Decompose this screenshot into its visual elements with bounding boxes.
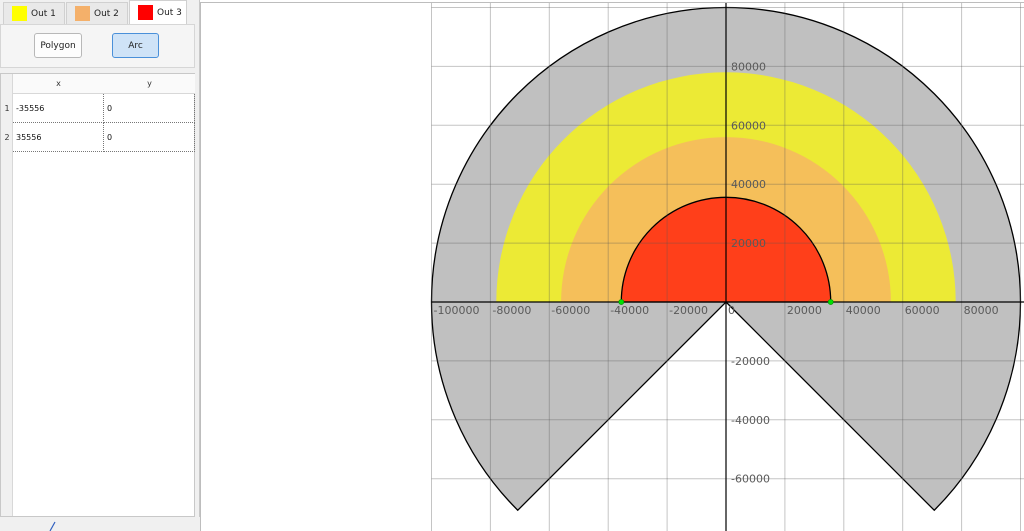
status-bar — [0, 517, 200, 531]
x-tick-label: -80000 — [492, 304, 531, 317]
column-header-y[interactable]: y — [104, 74, 195, 94]
x-tick-label: 60000 — [905, 304, 940, 317]
x-tick-label: 40000 — [846, 304, 881, 317]
row-number[interactable]: 1 — [1, 94, 13, 123]
data-point — [618, 299, 625, 305]
x-tick-label: 20000 — [787, 304, 822, 317]
polygon-button[interactable]: Polygon — [34, 33, 82, 58]
table-cell-x[interactable]: 35556 — [13, 123, 104, 152]
tab-label: Out 3 — [157, 7, 182, 18]
arc-button[interactable]: Arc — [112, 33, 159, 58]
tab-label: Out 2 — [94, 8, 119, 19]
data-point — [827, 299, 834, 305]
y-tick-label: 40000 — [731, 178, 766, 191]
y-tick-label: -40000 — [731, 414, 770, 427]
y-tick-label: 80000 — [731, 60, 766, 73]
plot-area[interactable]: -100000 -80000 -60000 -40000 -20000 0 20000 400… — [200, 2, 1024, 531]
x-tick-label: -60000 — [551, 304, 590, 317]
x-tick-label: -20000 — [669, 304, 708, 317]
chart-canvas[interactable]: -100000 -80000 -60000 -40000 -20000 0 20000 400… — [201, 3, 1024, 531]
y-tick-label: -20000 — [731, 355, 770, 368]
color-swatch-icon — [138, 5, 153, 20]
table-cell-y[interactable]: 0 — [104, 123, 195, 152]
x-tick-label: -100000 — [434, 304, 480, 317]
output-tabs: Out 1 Out 2 Out 3 — [0, 0, 200, 24]
row-number[interactable]: 2 — [1, 123, 13, 152]
table-cell-y[interactable]: 0 — [104, 94, 195, 123]
y-tick-label: -60000 — [731, 473, 770, 486]
x-tick-label: -40000 — [610, 304, 649, 317]
coordinates-table: x y 1 -35556 0 2 35556 0 — [0, 73, 195, 517]
resize-handle-icon[interactable] — [0, 518, 200, 531]
column-header-x[interactable]: x — [13, 74, 104, 94]
left-panel: Out 1 Out 2 Out 3 Polygon Arc x y 1 -355… — [0, 0, 200, 531]
y-tick-label: 60000 — [731, 119, 766, 132]
color-swatch-icon — [75, 6, 90, 21]
tab-out-2[interactable]: Out 2 — [66, 2, 128, 24]
tab-out-3[interactable]: Out 3 — [129, 0, 187, 24]
x-tick-label: 0 — [728, 304, 735, 317]
x-tick-label: 80000 — [964, 304, 999, 317]
table-cell-x[interactable]: -35556 — [13, 94, 104, 123]
app-window: Out 1 Out 2 Out 3 Polygon Arc x y 1 -355… — [0, 0, 1024, 531]
tab-out-1[interactable]: Out 1 — [3, 2, 65, 24]
tab-label: Out 1 — [31, 8, 56, 19]
tool-panel: Polygon Arc — [0, 24, 195, 68]
y-tick-label: 20000 — [731, 237, 766, 250]
color-swatch-icon — [12, 6, 27, 21]
